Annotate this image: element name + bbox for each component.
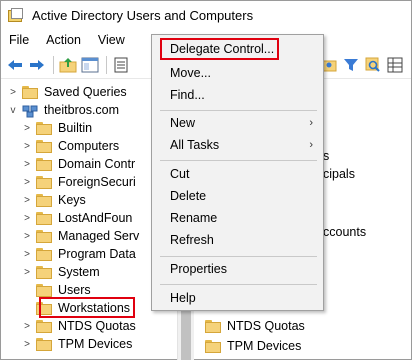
tree-item-tpm-devices[interactable]: > TPM Devices <box>21 335 132 353</box>
folder-icon <box>22 85 38 99</box>
folder-icon <box>36 229 52 243</box>
folder-icon <box>36 247 52 261</box>
menu-file[interactable]: File <box>9 33 29 47</box>
menu-item-refresh[interactable]: Refresh <box>152 229 323 251</box>
menu-separator <box>160 160 317 161</box>
tree-item-saved-queries[interactable]: > Saved Queries <box>7 83 127 101</box>
folder-icon <box>36 265 52 279</box>
up-folder-icon[interactable] <box>58 55 78 75</box>
menu-separator <box>160 284 317 285</box>
menu-view[interactable]: View <box>98 33 125 47</box>
chevron-right-icon[interactable]: > <box>21 191 33 209</box>
menu-item-properties[interactable]: Properties <box>152 258 323 280</box>
folder-icon <box>205 319 221 333</box>
tree-item-program-data[interactable]: > Program Data <box>21 245 136 263</box>
ou-folder-icon <box>36 157 52 171</box>
menu-item-rename[interactable]: Rename <box>152 207 323 229</box>
menu-item-move[interactable]: Move... <box>152 62 323 84</box>
tree-item-foreign-security[interactable]: > ForeignSecuri <box>21 173 136 191</box>
menu-item-all-tasks[interactable]: All Tasks › <box>152 134 323 156</box>
folder-icon <box>205 339 221 353</box>
chevron-right-icon[interactable]: > <box>21 317 33 335</box>
chevron-right-icon[interactable]: > <box>21 335 33 353</box>
menu-item-new[interactable]: New › <box>152 112 323 134</box>
tree-item-domain-controllers[interactable]: > Domain Contr <box>21 155 135 173</box>
chevron-right-icon[interactable]: > <box>21 155 33 173</box>
forward-arrow-icon[interactable] <box>27 55 47 75</box>
find-icon[interactable] <box>363 55 383 75</box>
chevron-right-icon[interactable]: > <box>21 119 33 137</box>
domain-icon <box>22 104 38 117</box>
chevron-right-icon[interactable]: > <box>21 209 33 227</box>
menu-separator <box>160 110 317 111</box>
chevron-right-icon[interactable]: > <box>21 245 33 263</box>
chevron-right-icon[interactable]: > <box>21 263 33 281</box>
app-window: Active Directory Users and Computers Fil… <box>0 0 412 360</box>
window-title: Active Directory Users and Computers <box>32 8 254 23</box>
properties-icon[interactable] <box>111 55 131 75</box>
folder-icon <box>36 319 52 333</box>
folder-icon <box>36 121 52 135</box>
menu-action[interactable]: Action <box>46 33 81 47</box>
tree-item-system[interactable]: > System <box>21 263 100 281</box>
chevron-down-icon[interactable]: v <box>7 101 19 119</box>
menu-item-help[interactable]: Help <box>152 287 323 309</box>
grid-icon[interactable] <box>385 55 405 75</box>
folder-icon <box>36 193 52 207</box>
filter-icon[interactable] <box>341 55 361 75</box>
menu-item-cut[interactable]: Cut <box>152 163 323 185</box>
menu-item-delegate-control[interactable]: Delegate Control... <box>152 38 323 60</box>
selection-highlight <box>39 297 135 318</box>
title-bar: Active Directory Users and Computers <box>1 1 411 30</box>
list-item-ntds-quotas[interactable]: NTDS Quotas <box>205 317 305 335</box>
tree-item-domain[interactable]: v theitbros.com <box>7 101 119 119</box>
tree-item-computers[interactable]: > Computers <box>21 137 119 155</box>
toolbar-separator <box>106 55 107 74</box>
tree-item-lost-and-found[interactable]: > LostAndFoun <box>21 209 132 227</box>
active-directory-icon <box>7 7 25 24</box>
tree-item-builtin[interactable]: > Builtin <box>21 119 92 137</box>
tree-item-ntds-quotas[interactable]: > NTDS Quotas <box>21 317 136 335</box>
folder-icon <box>36 211 52 225</box>
chevron-right-icon[interactable]: > <box>21 227 33 245</box>
menu-item-find[interactable]: Find... <box>152 84 323 106</box>
folder-icon <box>36 283 52 297</box>
submenu-arrow-icon: › <box>309 139 313 151</box>
context-menu: Delegate Control... Move... Find... New … <box>151 34 324 311</box>
toolbar-separator <box>53 55 54 74</box>
folder-icon <box>36 175 52 189</box>
menu-separator <box>160 256 317 257</box>
folder-icon <box>36 139 52 153</box>
chevron-right-icon[interactable]: > <box>21 137 33 155</box>
chevron-right-icon[interactable]: > <box>7 83 19 101</box>
details-text-fragment: ccounts <box>323 225 367 239</box>
menu-item-delete[interactable]: Delete <box>152 185 323 207</box>
tree-item-managed-service[interactable]: > Managed Serv <box>21 227 139 245</box>
chevron-right-icon[interactable]: > <box>21 173 33 191</box>
list-item-tpm-devices[interactable]: TPM Devices <box>205 337 301 355</box>
tree-item-keys[interactable]: > Keys <box>21 191 86 209</box>
console-tree-icon[interactable] <box>80 55 100 75</box>
submenu-arrow-icon: › <box>309 117 313 129</box>
folder-icon <box>36 337 52 351</box>
back-arrow-icon[interactable] <box>5 55 25 75</box>
details-text-fragment: cipals <box>323 167 355 181</box>
